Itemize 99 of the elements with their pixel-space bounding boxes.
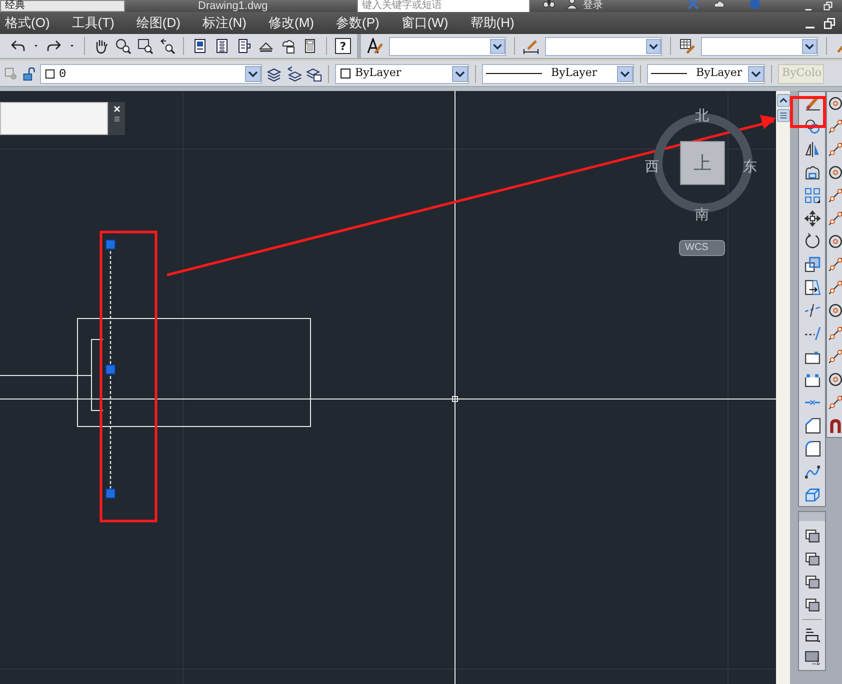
grip-marker[interactable] (106, 240, 116, 250)
spline-edit-icon[interactable] (804, 463, 820, 480)
snap-perpendicular-icon[interactable] (827, 279, 842, 296)
layer-properties-icon[interactable] (266, 66, 282, 82)
move-icon[interactable] (804, 210, 820, 227)
snap-extension-icon[interactable] (827, 187, 842, 204)
solid-edit-icon[interactable] (804, 486, 820, 503)
window-title: Drawing1.dwg (198, 0, 268, 12)
plot-style-label: ByColo (782, 65, 822, 82)
tool-palette-icon[interactable] (236, 38, 252, 54)
compass-west[interactable]: 西 (645, 156, 659, 177)
zoom-realtime-icon[interactable] (115, 38, 131, 54)
zoom-previous-icon[interactable] (159, 38, 175, 54)
workspace-dropdown[interactable]: 经典 (0, 0, 125, 12)
drawing-canvas[interactable]: 北 西 上 东 南 WCS (0, 91, 776, 684)
color-swatch-icon (339, 67, 352, 80)
menu-item[interactable]: 帮助(H) (470, 15, 514, 31)
bring-above-icon[interactable] (804, 550, 820, 567)
color-swatch-icon (44, 68, 56, 80)
snap-nearest-icon[interactable] (827, 371, 842, 388)
layer-previous-icon[interactable] (286, 66, 302, 82)
color-dropdown[interactable]: ByLayer (335, 64, 469, 84)
undo-icon[interactable] (10, 38, 26, 54)
design-center-icon[interactable] (214, 38, 230, 54)
color-label: ByLayer (355, 65, 402, 82)
user-icon[interactable] (565, 0, 579, 9)
viewcube-face[interactable]: 上 (680, 141, 725, 185)
break-points-icon[interactable] (804, 371, 820, 388)
fillet-icon[interactable] (804, 440, 820, 457)
snap-insert-icon[interactable] (827, 325, 842, 342)
menu-item[interactable]: 格式(O) (5, 15, 50, 31)
draw-order-icon[interactable] (804, 527, 820, 544)
zoom-window-icon[interactable] (137, 38, 153, 54)
help-button[interactable]: ? (335, 38, 351, 54)
dimension-style-icon[interactable] (523, 38, 539, 54)
grip-marker[interactable] (106, 488, 116, 498)
lineweight-sample (651, 73, 687, 74)
mirror-icon[interactable] (804, 141, 820, 158)
stretch-icon[interactable] (804, 279, 820, 296)
redo-icon[interactable] (46, 38, 62, 54)
compass-south[interactable]: 南 (695, 204, 709, 225)
layer-name: 0 (59, 66, 66, 82)
calculator-icon[interactable] (302, 38, 318, 54)
properties-icon[interactable] (192, 38, 208, 54)
linetype-dropdown[interactable]: ByLayer (482, 64, 634, 84)
menu-icon[interactable] (776, 109, 790, 122)
menu-item[interactable]: 工具(T) (72, 15, 114, 31)
send-under-icon[interactable] (804, 596, 820, 613)
layer-dropdown[interactable]: 0 (40, 64, 262, 84)
cloud-icon[interactable] (712, 0, 726, 10)
highlight-frame (790, 96, 826, 128)
extend-icon[interactable] (804, 325, 820, 342)
snap-tangent-icon[interactable] (827, 256, 842, 273)
snap-midpoint-icon[interactable] (827, 118, 842, 135)
options-icon[interactable] (112, 114, 122, 124)
lineweight-label: ByLayer (696, 65, 742, 82)
screen-edit-icon[interactable] (804, 649, 820, 666)
menu-item[interactable]: 绘图(D) (136, 15, 180, 31)
trim-icon[interactable] (804, 302, 820, 319)
lineweight-dropdown[interactable]: ByLayer (647, 64, 765, 84)
grip-marker[interactable] (106, 364, 116, 374)
copy-icon[interactable] (804, 118, 820, 135)
snap-endpoint-icon[interactable] (827, 95, 842, 112)
binoculars-icon[interactable] (542, 0, 556, 9)
restore-icon[interactable] (822, 1, 834, 11)
linetype-label: ByLayer (551, 65, 598, 82)
text-edit-icon[interactable] (804, 626, 820, 643)
table-style-icon[interactable] (679, 38, 695, 54)
magnet-icon[interactable] (827, 417, 842, 434)
markup-icon[interactable] (280, 38, 296, 54)
bracket-shape (91, 339, 104, 411)
menu-item[interactable]: 参数(P) (336, 15, 380, 31)
compass-north[interactable]: 北 (695, 105, 709, 126)
menu-item[interactable]: 标注(N) (202, 15, 246, 31)
toolbar-grip[interactable] (799, 512, 825, 521)
snap-intersection-icon[interactable] (827, 141, 842, 158)
scale-icon[interactable] (804, 256, 820, 273)
snap-parallel-icon[interactable] (827, 302, 842, 319)
send-back-icon[interactable] (804, 573, 820, 590)
snap-apparent-icon[interactable] (827, 164, 842, 181)
scroll-up-icon[interactable] (776, 94, 790, 107)
lock-icon[interactable] (22, 66, 36, 80)
restore-icon[interactable] (823, 16, 836, 30)
snap-center-icon[interactable] (827, 210, 842, 227)
chamfer-icon[interactable] (804, 417, 820, 434)
snap-node-icon[interactable] (827, 348, 842, 365)
snap-none-icon[interactable] (827, 394, 842, 411)
snap-quadrant-icon[interactable] (827, 233, 842, 250)
sign-in-link[interactable]: 登录 (583, 0, 603, 12)
linetype-sample (486, 73, 542, 74)
menu-item[interactable]: 窗口(W) (401, 15, 448, 31)
rotate-icon[interactable] (804, 233, 820, 250)
close-icon[interactable] (112, 104, 122, 114)
menu-item[interactable]: 修改(M) (268, 15, 314, 31)
compass-east[interactable]: 东 (743, 156, 757, 177)
layer-states-icon[interactable] (306, 66, 322, 82)
text-style-icon[interactable] (367, 38, 383, 54)
offset-icon[interactable] (804, 164, 820, 181)
array-icon[interactable] (804, 187, 820, 204)
